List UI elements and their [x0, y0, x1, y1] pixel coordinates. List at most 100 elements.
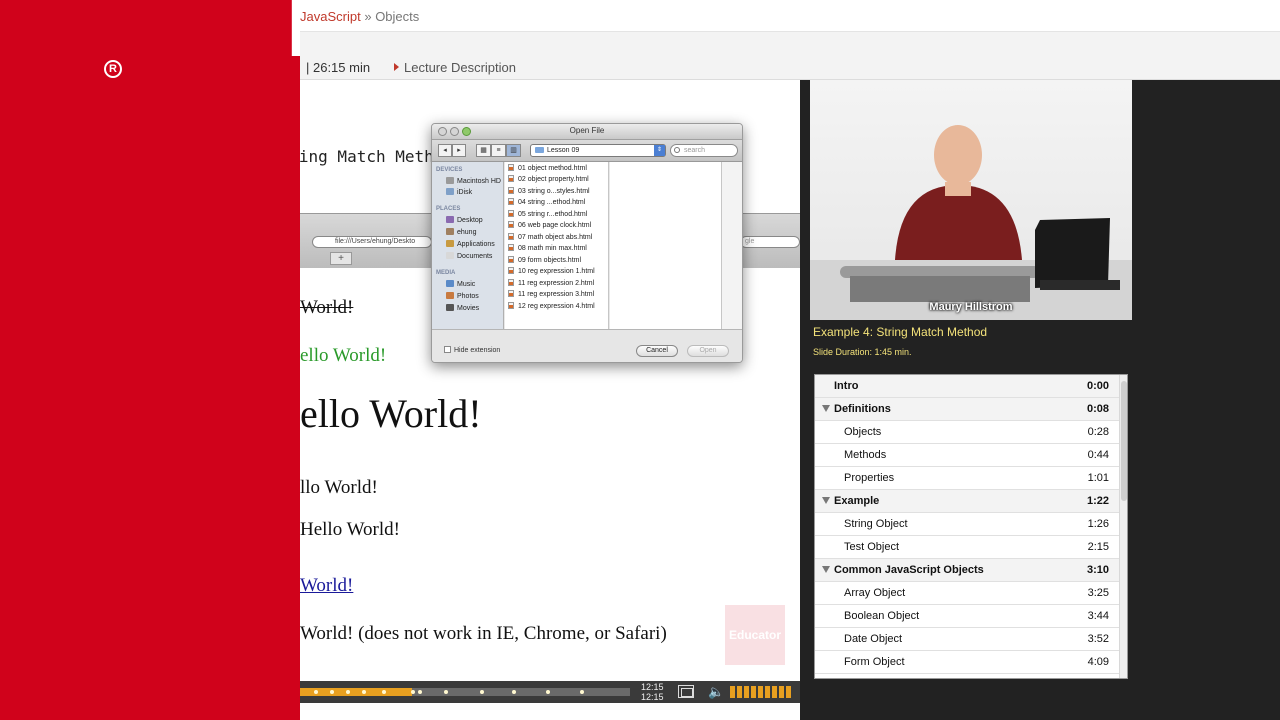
chapter-marker[interactable] — [580, 690, 584, 694]
chapter-row[interactable]: String Object 1:26 — [815, 513, 1119, 536]
registered-mark-icon: R — [104, 60, 122, 78]
sidebar-item-desktop[interactable]: Desktop — [446, 216, 483, 224]
sidebar-item-macintosh-hd[interactable]: Macintosh HD — [446, 177, 501, 185]
chapter-marker[interactable] — [346, 690, 350, 694]
chapter-row[interactable]: Boolean Object 3:44 — [815, 605, 1119, 628]
sidebar-item-movies[interactable]: Movies — [446, 304, 479, 312]
html-file-icon — [508, 210, 514, 217]
volume-segment — [765, 686, 770, 698]
idisk-icon — [446, 188, 454, 195]
sidebar-item-label: Macintosh HD — [457, 178, 501, 185]
sidebar-item-label: Music — [457, 281, 476, 288]
sidebar-item-idisk[interactable]: iDisk — [446, 188, 472, 196]
progress-bar[interactable] — [300, 688, 630, 696]
column-view-icon[interactable]: ▥ — [506, 144, 521, 157]
file-list-item[interactable]: 10 reg expression 1.html — [508, 267, 595, 275]
lecture-duration: | 26:15 min — [306, 60, 371, 75]
output-line-1: World! — [300, 297, 354, 318]
sidebar-header-places: PLACES — [436, 206, 461, 212]
forward-arrow-icon[interactable]: ▸ — [452, 144, 466, 157]
player-footer — [300, 703, 800, 720]
file-list: 01 object method.html 02 object property… — [505, 162, 609, 329]
documents-icon — [446, 252, 454, 259]
checkbox-icon — [444, 346, 451, 353]
cancel-button[interactable]: Cancel — [636, 345, 678, 357]
lecture-description-link[interactable]: Lecture Description — [394, 60, 516, 75]
html-file-icon — [508, 256, 514, 263]
chapter-marker[interactable] — [444, 690, 448, 694]
open-button[interactable]: Open — [687, 345, 729, 357]
output-line-7: World! (does not work in IE, Chrome, or … — [300, 623, 667, 644]
file-name: 10 reg expression 1.html — [518, 268, 595, 275]
output-line-2: ello World! — [300, 345, 387, 366]
sidebar-item-ehung[interactable]: ehung — [446, 228, 476, 236]
chapter-row[interactable]: Intro 0:00 — [815, 375, 1119, 398]
chapter-row[interactable]: Date Object 3:52 — [815, 628, 1119, 651]
breadcrumb-link-javascript[interactable]: JavaScript — [300, 9, 361, 24]
file-list-item[interactable]: 09 form objects.html — [508, 256, 581, 264]
collapse-arrow-icon[interactable] — [822, 405, 830, 412]
file-name: 01 object method.html — [518, 165, 587, 172]
sidebar-item-music[interactable]: Music — [446, 280, 475, 288]
chapter-row[interactable]: Definitions 0:08 — [815, 398, 1119, 421]
chapter-marker[interactable] — [330, 690, 334, 694]
chapter-row[interactable]: Properties 1:01 — [815, 467, 1119, 490]
scrollbar-thumb[interactable] — [1121, 381, 1127, 501]
chapter-row[interactable]: Methods 0:44 — [815, 444, 1119, 467]
chapter-marker[interactable] — [546, 690, 550, 694]
location-select[interactable]: Lesson 09 ⇕ — [530, 144, 666, 157]
chapter-marker[interactable] — [411, 690, 415, 694]
search-input[interactable]: search — [670, 144, 738, 157]
chapter-time: 0:08 — [1086, 403, 1109, 415]
chapter-row[interactable]: Example 1:22 — [815, 490, 1119, 513]
chapter-row[interactable]: Array Object 3:25 — [815, 582, 1119, 605]
select-arrows-icon: ⇕ — [654, 145, 665, 156]
file-list-item[interactable]: 11 reg expression 3.html — [508, 290, 594, 298]
file-list-item[interactable]: 08 math min max.html — [508, 244, 587, 252]
dialog-scrollbar[interactable] — [722, 162, 742, 329]
file-list-item[interactable]: 04 string ...ethod.html — [508, 198, 585, 206]
sidebar-item-label: Movies — [457, 305, 480, 312]
chapter-list-scrollbar[interactable] — [1119, 375, 1127, 678]
volume-slider[interactable] — [730, 686, 792, 698]
file-list-item[interactable]: 05 string r...ethod.html — [508, 210, 587, 218]
output-line-6-link: World! — [300, 575, 354, 596]
chapter-row[interactable]: Form Object 4:09 — [815, 651, 1119, 674]
volume-icon[interactable]: 🔈 — [708, 684, 724, 700]
file-list-item[interactable]: 03 string o...styles.html — [508, 187, 590, 195]
photos-icon — [446, 292, 454, 299]
icon-view-icon[interactable]: ▦ — [476, 144, 491, 157]
chapter-marker[interactable] — [362, 690, 366, 694]
file-list-item[interactable]: 07 math object abs.html — [508, 233, 592, 241]
back-arrow-icon[interactable]: ◂ — [438, 144, 452, 157]
chapter-row[interactable]: Common JavaScript Objects 3:10 — [815, 559, 1119, 582]
chapter-time: 4:09 — [1087, 656, 1109, 668]
sidebar-item-applications[interactable]: Applications — [446, 240, 495, 248]
chapter-row[interactable]: Test Object 2:15 — [815, 536, 1119, 559]
list-view-icon[interactable]: ≡ — [491, 144, 506, 157]
chapter-marker[interactable] — [382, 690, 386, 694]
file-list-item[interactable]: 02 object property.html — [508, 175, 589, 183]
chapter-marker[interactable] — [512, 690, 516, 694]
collapse-arrow-icon[interactable] — [822, 497, 830, 504]
chapter-marker[interactable] — [418, 690, 422, 694]
collapse-arrow-icon[interactable] — [822, 566, 830, 573]
chapter-marker[interactable] — [480, 690, 484, 694]
file-list-item[interactable]: 01 object method.html — [508, 164, 587, 172]
hide-extension-checkbox[interactable]: Hide extension — [444, 346, 500, 354]
chapter-label: Methods — [844, 449, 887, 461]
browser-url-bar: file:///Users/ehung/Deskto — [312, 236, 432, 248]
sidebar-item-documents[interactable]: Documents — [446, 252, 492, 260]
file-list-item[interactable]: 12 reg expression 4.html — [508, 302, 595, 310]
time-display: 12:15 12:15 — [641, 682, 664, 702]
sidebar-header-devices: DEVICES — [436, 167, 463, 173]
file-name: 04 string ...ethod.html — [518, 199, 586, 206]
file-list-item[interactable]: 11 reg expression 2.html — [508, 279, 594, 287]
fullscreen-icon[interactable] — [678, 685, 694, 698]
chapter-row[interactable]: Objects 0:28 — [815, 421, 1119, 444]
chapter-marker[interactable] — [314, 690, 318, 694]
instructor-video[interactable]: Maury Hillstrom — [810, 80, 1132, 320]
slide-duration: Slide Duration: 1:45 min. — [813, 347, 912, 357]
sidebar-item-photos[interactable]: Photos — [446, 292, 479, 300]
file-list-item[interactable]: 06 web page clock.html — [508, 221, 591, 229]
